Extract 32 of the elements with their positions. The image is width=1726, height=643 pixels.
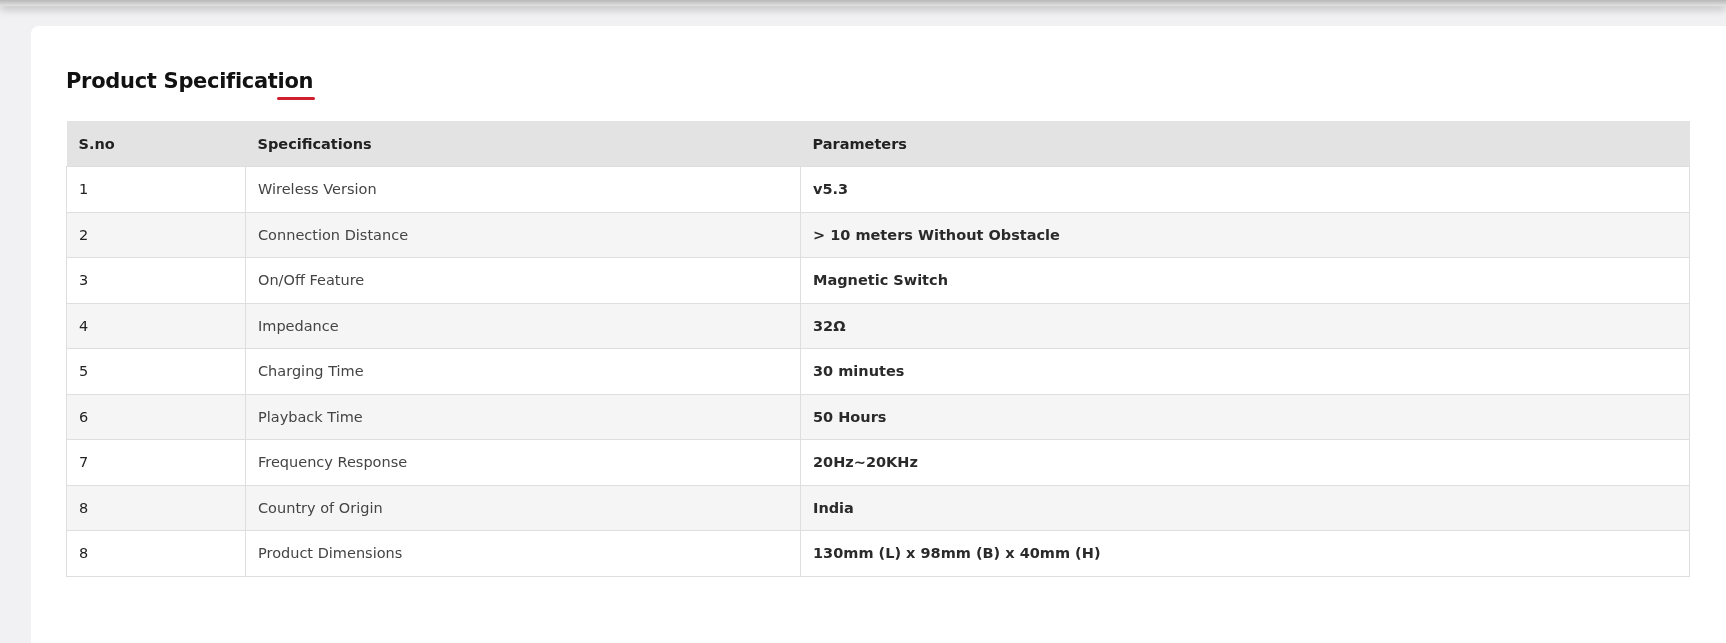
table-cell: 32Ω [800, 303, 1690, 349]
table-cell: 20Hz~20KHz [800, 439, 1690, 485]
table-cell: 8 [66, 530, 246, 576]
column-header: Specifications [245, 121, 801, 167]
table-cell: Connection Distance [245, 212, 801, 258]
table-cell: India [800, 485, 1690, 531]
table-cell: 8 [66, 485, 246, 531]
table-cell: Frequency Response [245, 439, 801, 485]
table-cell: 6 [66, 394, 246, 440]
section-heading: Product Specification [66, 68, 315, 95]
table-cell: 130mm (L) x 98mm (B) x 40mm (H) [800, 530, 1690, 576]
table-cell: 7 [66, 439, 246, 485]
table-cell: 5 [66, 348, 246, 394]
column-header: Parameters [800, 121, 1690, 167]
table-cell: Country of Origin [245, 485, 801, 531]
heading-accent-underline [277, 97, 315, 100]
table-cell: v5.3 [800, 166, 1690, 212]
table-cell: Product Dimensions [245, 530, 801, 576]
table-cell: Playback Time [245, 394, 801, 440]
table-cell: Charging Time [245, 348, 801, 394]
table-cell: 30 minutes [800, 348, 1690, 394]
column-header: S.no [66, 121, 246, 167]
table-cell: 1 [66, 166, 246, 212]
table-cell: Magnetic Switch [800, 257, 1690, 303]
table-cell: 50 Hours [800, 394, 1690, 440]
table-cell: 2 [66, 212, 246, 258]
table-cell: Wireless Version [245, 166, 801, 212]
table-cell: > 10 meters Without Obstacle [800, 212, 1690, 258]
table-cell: On/Off Feature [245, 257, 801, 303]
table-cell: 4 [66, 303, 246, 349]
table-cell: Impedance [245, 303, 801, 349]
table-cell: 3 [66, 257, 246, 303]
